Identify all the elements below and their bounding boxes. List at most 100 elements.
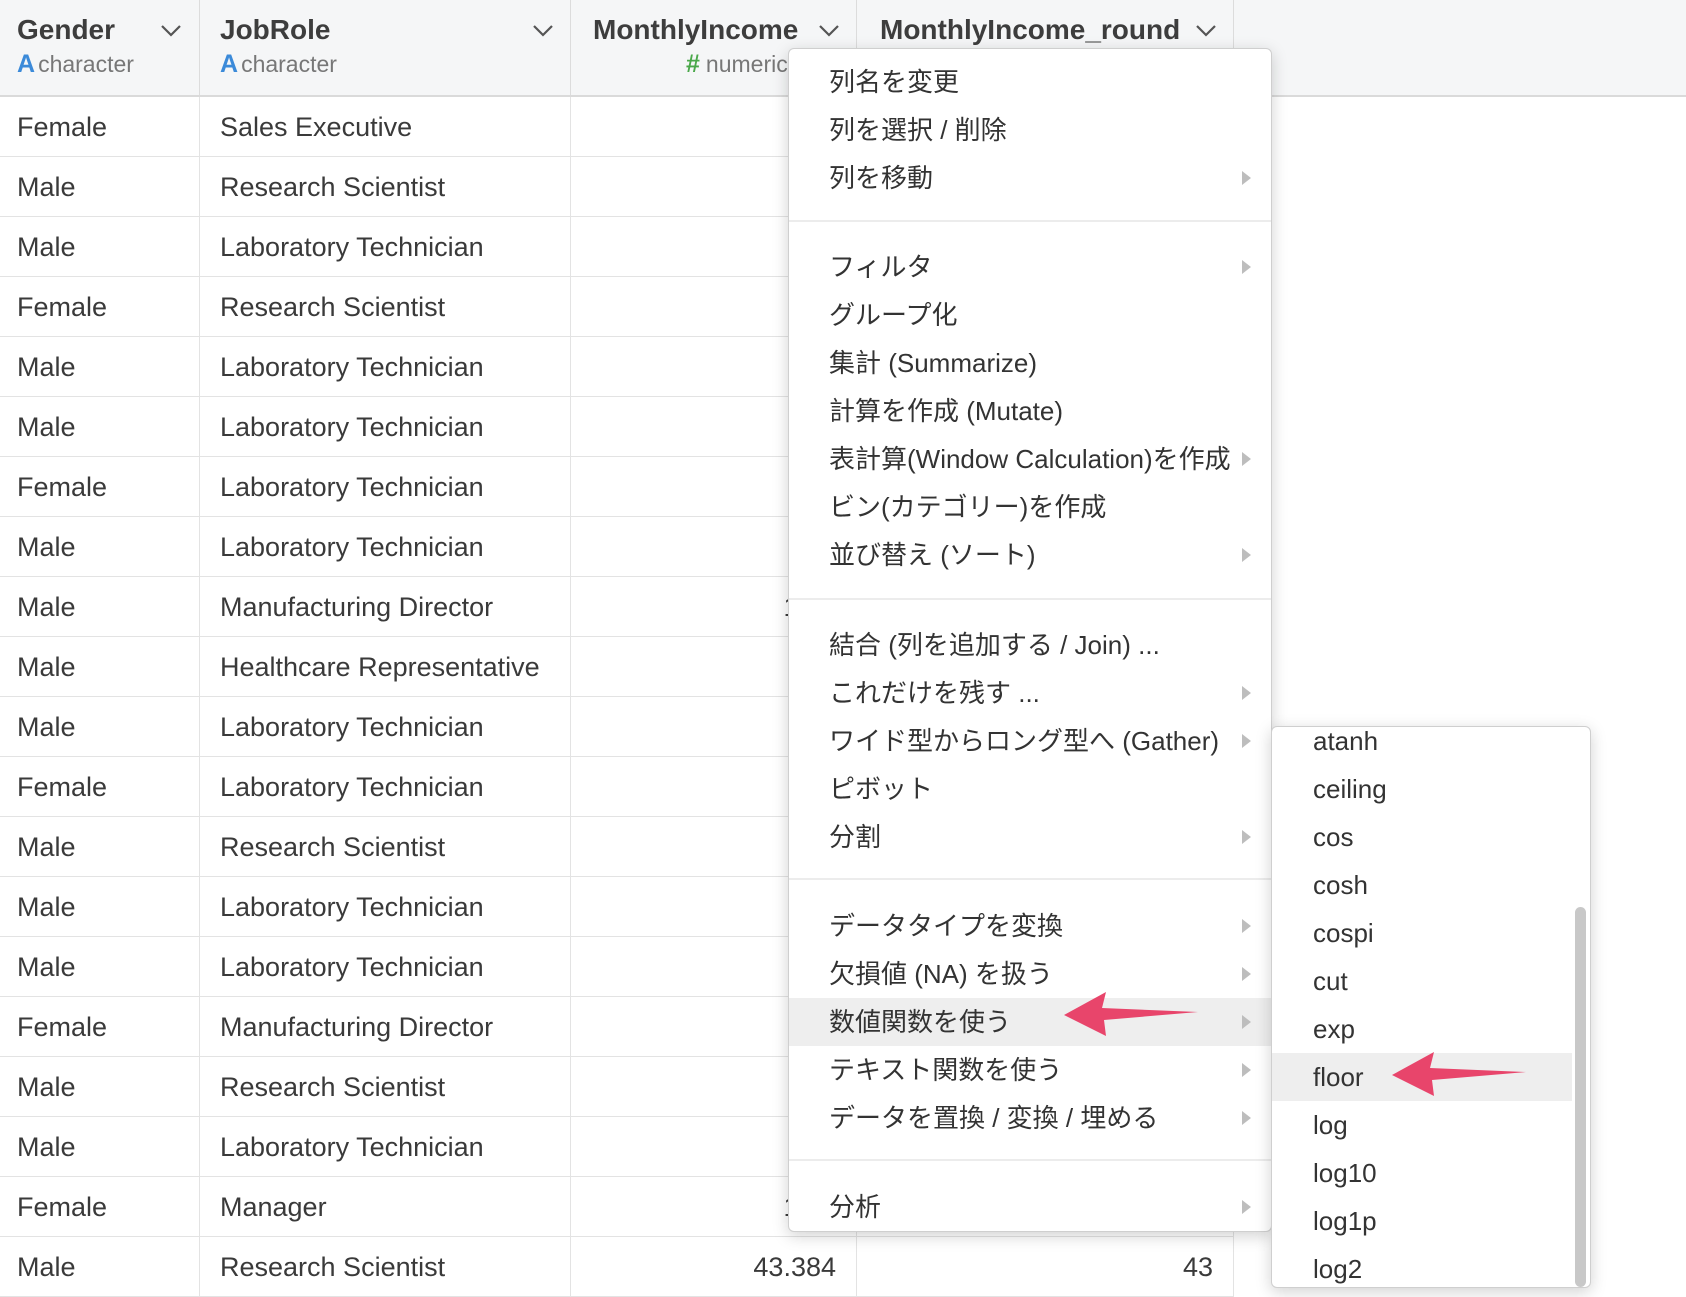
table-row[interactable]: Male Research Scientist 43.384 43 xyxy=(0,1237,1234,1297)
table-cell-jobrole[interactable]: Laboratory Technician xyxy=(200,1117,571,1177)
table-cell-jobrole[interactable]: Manufacturing Director xyxy=(200,997,571,1057)
menu-item-14[interactable]: 分割 xyxy=(789,813,1271,861)
menu-item-8[interactable]: ビン(カテゴリー)を作成 xyxy=(789,483,1271,531)
menu-item-label: データを置換 / 変換 / 埋める xyxy=(829,1103,1159,1133)
table-cell-jobrole[interactable]: Research Scientist xyxy=(200,1057,571,1117)
menu-item-label: 表計算(Window Calculation)を作成 xyxy=(829,444,1231,474)
menu-item-0[interactable]: 列名を変更 xyxy=(789,58,1271,106)
table-cell-jobrole[interactable]: Research Scientist xyxy=(200,277,571,337)
table-cell-jobrole[interactable]: Laboratory Technician xyxy=(200,217,571,277)
menu-item-7[interactable]: 表計算(Window Calculation)を作成 xyxy=(789,435,1271,483)
table-cell-jobrole[interactable]: Laboratory Technician xyxy=(200,937,571,997)
arrow-pointer-icon xyxy=(1064,992,1198,1036)
submenu-item-atanh[interactable]: atanh xyxy=(1272,727,1572,765)
table-cell-jobrole[interactable]: Laboratory Technician xyxy=(200,337,571,397)
menu-item-19[interactable]: データを置換 / 変換 / 埋める xyxy=(789,1094,1271,1142)
submenu-item-cos[interactable]: cos xyxy=(1272,813,1572,861)
menu-item-4[interactable]: グループ化 xyxy=(789,291,1271,339)
table-cell-jobrole[interactable]: Research Scientist xyxy=(200,157,571,217)
chevron-down-icon[interactable] xyxy=(1195,24,1217,38)
table-cell-gender[interactable]: Male xyxy=(0,817,200,877)
table-cell-gender[interactable]: Female xyxy=(0,457,200,517)
table-cell-round[interactable]: 43 xyxy=(857,1237,1234,1297)
table-cell-jobrole[interactable]: Research Scientist xyxy=(200,1237,571,1297)
submenu-item-log[interactable]: log xyxy=(1272,1101,1572,1149)
table-cell-gender[interactable]: Male xyxy=(0,877,200,937)
menu-item-label: ビン(カテゴリー)を作成 xyxy=(829,492,1107,522)
menu-item-15[interactable]: データタイプを変換 xyxy=(789,902,1271,950)
menu-item-label: 並び替え (ソート) xyxy=(829,540,1036,570)
chevron-down-icon[interactable] xyxy=(532,24,554,38)
menu-item-13[interactable]: ピボット xyxy=(789,765,1271,813)
submenu-item-log2[interactable]: log2 xyxy=(1272,1245,1572,1287)
submenu-item-ceiling[interactable]: ceiling xyxy=(1272,765,1572,813)
menu-item-9[interactable]: 並び替え (ソート) xyxy=(789,531,1271,579)
submenu-item-cospi[interactable]: cospi xyxy=(1272,909,1572,957)
table-cell-jobrole[interactable]: Manufacturing Director xyxy=(200,577,571,637)
submenu-item-cosh[interactable]: cosh xyxy=(1272,861,1572,909)
table-cell-gender[interactable]: Male xyxy=(0,697,200,757)
table-cell-gender[interactable]: Male xyxy=(0,217,200,277)
table-cell-gender[interactable]: Male xyxy=(0,1117,200,1177)
submenu-scrollbar[interactable] xyxy=(1575,907,1586,1287)
menu-item-12[interactable]: ワイド型からロング型へ (Gather) xyxy=(789,717,1271,765)
column-header-0[interactable]: Gender Acharacter xyxy=(0,0,200,96)
column-name: MonthlyIncome_round xyxy=(880,14,1181,45)
column-type: # numeric xyxy=(686,50,788,79)
table-cell-gender[interactable]: Male xyxy=(0,937,200,997)
menu-item-label: 分割 xyxy=(829,822,882,852)
table-cell-gender[interactable]: Female xyxy=(0,997,200,1057)
menu-item-3[interactable]: フィルタ xyxy=(789,243,1271,291)
menu-item-6[interactable]: 計算を作成 (Mutate) xyxy=(789,387,1271,435)
table-cell-jobrole[interactable]: Laboratory Technician xyxy=(200,697,571,757)
menu-item-2[interactable]: 列を移動 xyxy=(789,154,1271,202)
numeric-type-icon: # xyxy=(686,50,700,78)
table-cell-gender[interactable]: Male xyxy=(0,337,200,397)
chevron-down-icon[interactable] xyxy=(818,24,840,38)
menu-separator xyxy=(789,220,1271,222)
table-cell-gender[interactable]: Male xyxy=(0,517,200,577)
submenu-arrow-icon xyxy=(1242,1015,1251,1029)
submenu-item-log10[interactable]: log10 xyxy=(1272,1149,1572,1197)
column-header-1[interactable]: JobRole Acharacter xyxy=(200,0,571,96)
menu-item-label: グループ化 xyxy=(829,300,958,330)
table-cell-gender[interactable]: Female xyxy=(0,97,200,157)
table-cell-gender[interactable]: Female xyxy=(0,1177,200,1237)
menu-item-11[interactable]: これだけを残す ... xyxy=(789,669,1271,717)
submenu-arrow-icon xyxy=(1242,452,1251,466)
menu-item-5[interactable]: 集計 (Summarize) xyxy=(789,339,1271,387)
table-cell-gender[interactable]: Male xyxy=(0,157,200,217)
column-context-menu: 列名を変更 列を選択 / 削除列を移動フィルタグループ化集計 (Summarize… xyxy=(788,48,1272,1232)
submenu-arrow-icon xyxy=(1242,967,1251,981)
submenu-item-cut[interactable]: cut xyxy=(1272,957,1572,1005)
table-cell-gender[interactable]: Male xyxy=(0,577,200,637)
menu-item-20[interactable]: 分析 xyxy=(789,1183,1271,1231)
menu-item-1[interactable]: 列を選択 / 削除 xyxy=(789,106,1271,154)
menu-item-label: データタイプを変換 xyxy=(829,911,1064,941)
table-cell-gender[interactable]: Male xyxy=(0,637,200,697)
arrow-pointer-icon xyxy=(1392,1052,1526,1096)
table-cell-gender[interactable]: Male xyxy=(0,397,200,457)
menu-item-18[interactable]: テキスト関数を使う xyxy=(789,1046,1271,1094)
table-cell-jobrole[interactable]: Sales Executive xyxy=(200,97,571,157)
table-cell-jobrole[interactable]: Manager xyxy=(200,1177,571,1237)
table-cell-gender[interactable]: Male xyxy=(0,1237,200,1297)
table-cell-jobrole[interactable]: Research Scientist xyxy=(200,817,571,877)
submenu-item-log1p[interactable]: log1p xyxy=(1272,1197,1572,1245)
table-cell-gender[interactable]: Female xyxy=(0,757,200,817)
table-cell-jobrole[interactable]: Laboratory Technician xyxy=(200,397,571,457)
table-cell-jobrole[interactable]: Laboratory Technician xyxy=(200,877,571,937)
menu-separator xyxy=(789,878,1271,880)
column-type: Acharacter xyxy=(17,50,134,79)
chevron-down-icon[interactable] xyxy=(160,24,182,38)
table-cell-jobrole[interactable]: Healthcare Representative xyxy=(200,637,571,697)
table-cell-gender[interactable]: Male xyxy=(0,1057,200,1117)
table-cell-jobrole[interactable]: Laboratory Technician xyxy=(200,757,571,817)
menu-item-label: 列を移動 xyxy=(829,163,934,193)
table-cell-income[interactable]: 43.384 xyxy=(571,1237,857,1297)
menu-item-10[interactable]: 結合 (列を追加する / Join) ... xyxy=(789,621,1271,669)
column-name: Gender xyxy=(17,14,116,45)
table-cell-jobrole[interactable]: Laboratory Technician xyxy=(200,457,571,517)
table-cell-jobrole[interactable]: Laboratory Technician xyxy=(200,517,571,577)
table-cell-gender[interactable]: Female xyxy=(0,277,200,337)
